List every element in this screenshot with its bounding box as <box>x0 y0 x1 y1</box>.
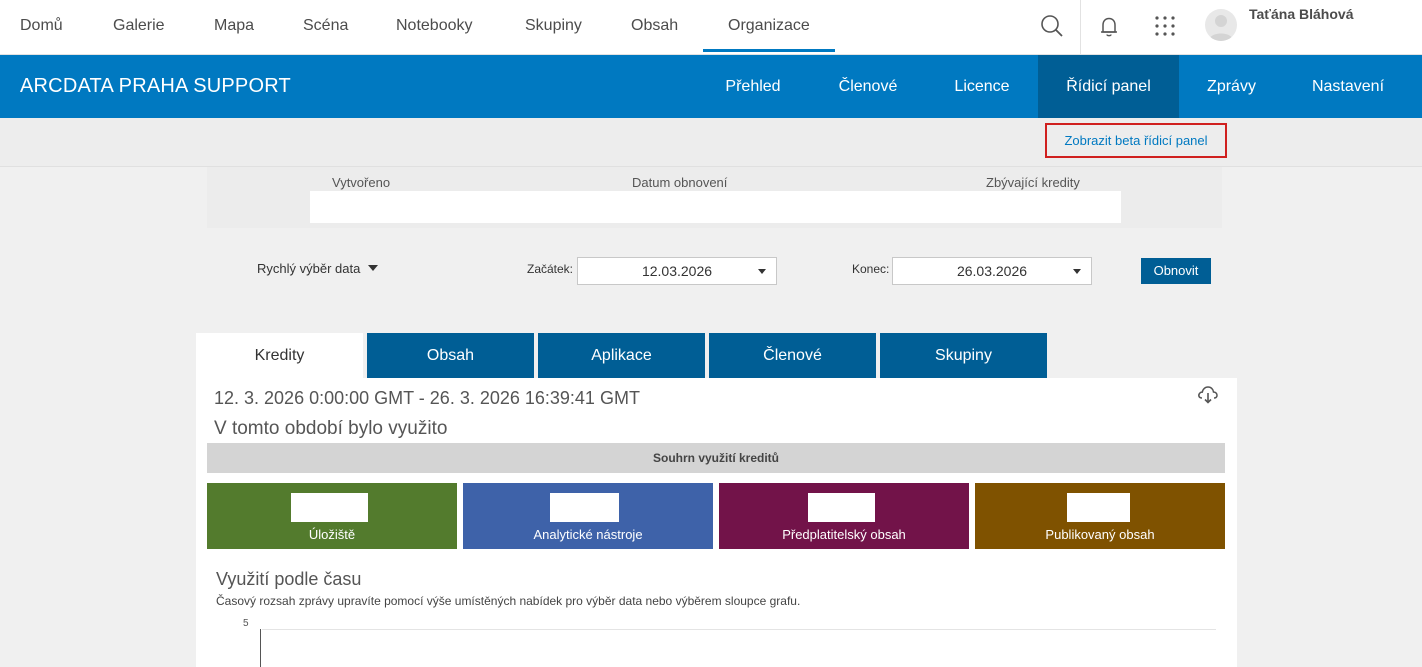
nav-notebooks[interactable]: Notebooky <box>396 0 473 52</box>
tab-groups[interactable]: Skupiny <box>880 333 1047 378</box>
avatar[interactable] <box>1205 9 1237 41</box>
nav-separator <box>1080 0 1081 55</box>
app-launcher-icon[interactable] <box>1149 10 1181 42</box>
organization-header: ARCDATA PRAHA SUPPORT Přehled Členové Li… <box>0 55 1422 118</box>
credit-summary-header: Souhrn využití kreditů <box>207 443 1225 473</box>
end-date-select[interactable]: 26.03.2026 <box>892 257 1092 285</box>
caret-down-icon <box>1073 269 1081 274</box>
nav-content[interactable]: Obsah <box>631 0 678 52</box>
card-subscriber-content[interactable]: Předplatitelský obsah <box>719 483 969 549</box>
org-tab-licenses[interactable]: Licence <box>926 55 1038 118</box>
nav-map[interactable]: Mapa <box>214 0 254 52</box>
card-label: Předplatitelský obsah <box>782 527 906 542</box>
y-axis-tick: 5 <box>243 618 249 629</box>
card-value-area <box>808 493 875 522</box>
quick-date-select[interactable]: Rychlý výběr data <box>257 261 379 276</box>
tab-members[interactable]: Členové <box>709 333 876 378</box>
card-published-content[interactable]: Publikovaný obsah <box>975 483 1225 549</box>
end-date-value: 26.03.2026 <box>956 263 1028 279</box>
info-values-area <box>310 191 1121 223</box>
report-date-range: 12. 3. 2026 0:00:00 GMT - 26. 3. 2026 16… <box>214 388 640 408</box>
caret-down-icon <box>758 269 766 274</box>
tab-apps[interactable]: Aplikace <box>538 333 705 378</box>
nav-home[interactable]: Domů <box>20 0 63 52</box>
nav-organization[interactable]: Organizace <box>703 0 835 52</box>
start-date-value: 12.03.2026 <box>641 263 713 279</box>
nav-groups[interactable]: Skupiny <box>525 0 582 52</box>
bell-icon[interactable] <box>1093 10 1125 42</box>
org-tab-dashboard[interactable]: Řídicí panel <box>1038 55 1179 118</box>
usage-over-time-hint: Časový rozsah zprávy upravíte pomocí výš… <box>216 594 801 608</box>
credits-label: Zbývající kredity <box>986 175 1080 190</box>
subscription-info: Vytvořeno Datum obnovení Zbývající kredi… <box>207 167 1222 228</box>
top-navigation: Domů Galerie Mapa Scéna Notebooky Skupin… <box>0 0 1422 55</box>
nav-scene[interactable]: Scéna <box>303 0 348 52</box>
card-value-area <box>291 493 368 522</box>
card-label: Publikovaný obsah <box>1045 527 1155 542</box>
cloud-download-icon[interactable] <box>1196 382 1220 406</box>
quick-date-label: Rychlý výběr data <box>257 261 361 276</box>
organization-name: ARCDATA PRAHA SUPPORT <box>20 75 291 97</box>
card-storage[interactable]: Úložiště <box>207 483 457 549</box>
caret-down-icon <box>368 265 379 271</box>
tab-credits[interactable]: Kredity <box>196 333 363 378</box>
card-label: Analytické nástroje <box>533 527 643 542</box>
nav-gallery[interactable]: Galerie <box>113 0 165 52</box>
card-value-area <box>550 493 619 522</box>
start-date-select[interactable]: 12.03.2026 <box>577 257 777 285</box>
refresh-button[interactable]: Obnovit <box>1141 258 1211 284</box>
start-label: Začátek: <box>527 262 574 276</box>
tab-content[interactable]: Obsah <box>367 333 534 378</box>
org-tab-reports[interactable]: Zprávy <box>1179 55 1284 118</box>
card-label: Úložiště <box>308 527 356 542</box>
card-value-area <box>1067 493 1130 522</box>
period-heading: V tomto období bylo využito <box>214 418 448 439</box>
beta-dashboard-link[interactable]: Zobrazit beta řídicí panel <box>1045 123 1227 158</box>
org-tab-members[interactable]: Členové <box>812 55 924 118</box>
usage-over-time-title: Využití podle času <box>216 569 362 589</box>
end-label: Konec: <box>852 262 890 276</box>
created-label: Vytvořeno <box>332 175 391 190</box>
chart-gridline <box>262 629 1216 630</box>
user-name[interactable]: Taťána Bláhová <box>1249 6 1353 22</box>
org-tab-settings[interactable]: Nastavení <box>1284 55 1412 118</box>
card-analytics[interactable]: Analytické nástroje <box>463 483 713 549</box>
org-tab-overview[interactable]: Přehled <box>697 55 809 118</box>
renewal-label: Datum obnovení <box>632 175 728 190</box>
user-icon <box>1209 15 1233 41</box>
search-icon[interactable] <box>1036 10 1068 42</box>
chart-y-axis <box>260 629 261 667</box>
